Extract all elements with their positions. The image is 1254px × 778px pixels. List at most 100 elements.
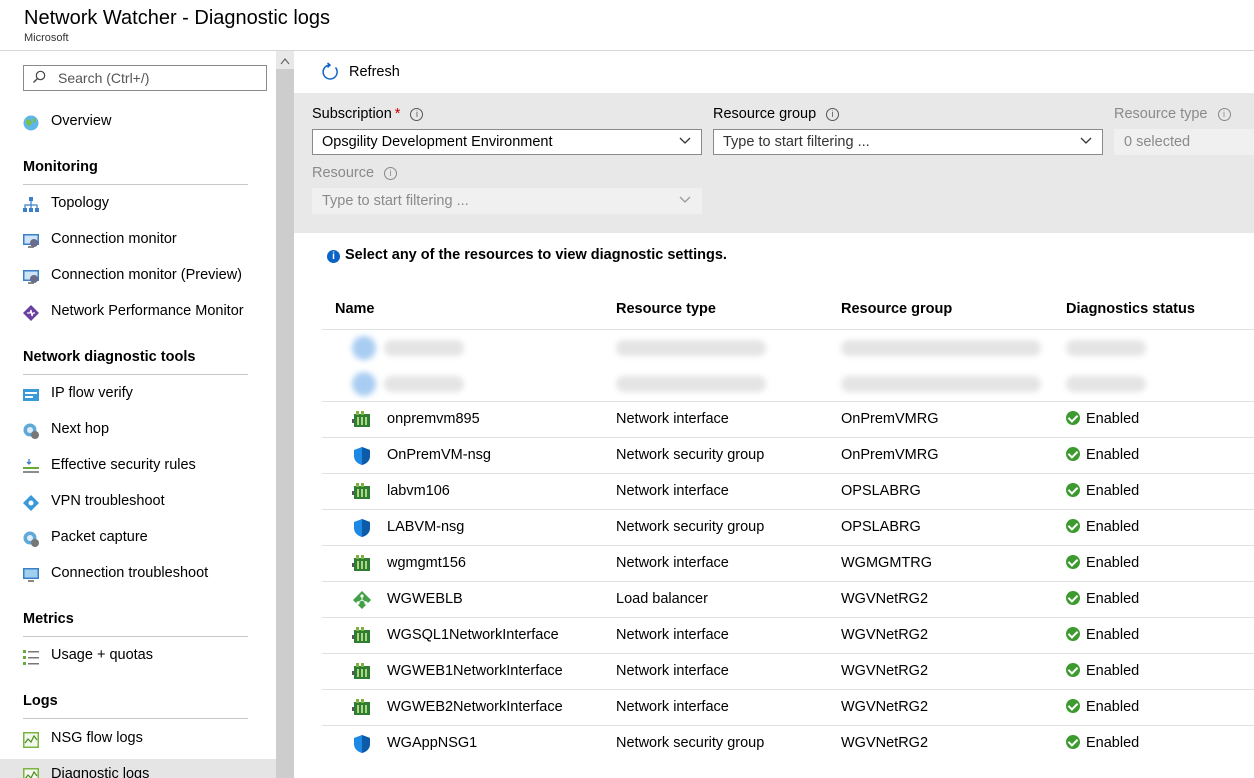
cell-resource-group: WGVNetRG2 <box>841 591 929 607</box>
table-row[interactable]: WGWEBLB Load balancer WGVNetRG2 Enabled <box>322 581 1254 617</box>
sidebar-item-vpn-troubleshoot[interactable]: VPN troubleshoot <box>0 486 276 518</box>
info-icon[interactable]: i <box>826 108 840 121</box>
sidebar-item-label: Connection troubleshoot <box>51 565 209 581</box>
table-row[interactable]: onpremvm895 Network interface OnPremVMRG En… <box>322 401 1254 437</box>
nic-icon <box>352 662 372 682</box>
cell-name[interactable]: WGSQL1NetworkInterface <box>387 627 559 643</box>
sidebar-item-nsg-flow-logs[interactable]: NSG flow logs <box>0 723 276 755</box>
column-header-resource-type[interactable]: Resource type <box>616 301 716 317</box>
refresh-icon <box>322 62 338 80</box>
sidebar-item-overview[interactable]: Overview <box>0 106 276 138</box>
cell-resource-group: OPSLABRG <box>841 519 921 535</box>
sidebar-item-label: Overview <box>51 113 112 129</box>
resource-label-text: Resource <box>312 165 375 181</box>
status-text: Enabled <box>1086 627 1140 643</box>
cell-name[interactable]: WGWEBLB <box>387 591 463 607</box>
cell-resource-type: Load balancer <box>616 591 708 607</box>
sidebar-item-topology[interactable]: Topology <box>0 188 276 220</box>
info-icon[interactable]: i <box>410 108 424 121</box>
sidebar-item-label: Effective security rules <box>51 457 196 473</box>
sidebar-item-connection-monitor-preview[interactable]: Connection monitor (Preview) <box>0 260 276 292</box>
chevron-down-icon <box>679 196 691 203</box>
sidebar-item-connection-monitor[interactable]: Connection monitor <box>0 224 276 256</box>
divider <box>23 374 248 375</box>
resource-group-dropdown[interactable]: Type to start filtering ... <box>713 129 1103 155</box>
nic-icon <box>352 482 372 502</box>
topology-icon <box>23 197 39 212</box>
status-text: Enabled <box>1086 591 1140 607</box>
table-row[interactable]: WGWEB2NetworkInterface Network interface W… <box>322 689 1254 725</box>
resource-placeholder: Type to start filtering ... <box>322 193 469 209</box>
status-text: Enabled <box>1086 483 1140 499</box>
cell-resource-group: WGMGMTRG <box>841 555 933 571</box>
section-network-diagnostic-tools: Network diagnostic tools <box>23 349 196 365</box>
sidebar-item-label: Packet capture <box>51 529 148 545</box>
info-message: i Select any of the resources to view di… <box>327 247 727 263</box>
cell-diagnostics-status: Enabled <box>1066 411 1139 427</box>
nsg-shield-icon <box>352 518 372 538</box>
cell-resource-group: WGVNetRG2 <box>841 699 929 715</box>
sidebar-scrollbar[interactable] <box>276 51 294 778</box>
sidebar-item-label: Usage + quotas <box>51 647 153 663</box>
column-header-resource-group[interactable]: Resource group <box>841 301 952 317</box>
info-icon[interactable]: i <box>384 167 398 180</box>
redacted-text <box>616 376 766 392</box>
sidebar-item-ip-flow-verify[interactable]: IP flow verify <box>0 378 276 410</box>
cell-diagnostics-status: Enabled <box>1066 663 1139 679</box>
diagnostic-logs-icon <box>23 768 39 778</box>
cell-resource-group: WGVNetRG2 <box>841 663 929 679</box>
check-circle-icon <box>1066 483 1080 497</box>
table-row[interactable]: WGAppNSG1 Network security group WGVNetRG2… <box>322 725 1254 761</box>
scroll-up-arrow-icon[interactable] <box>280 57 290 65</box>
cell-name[interactable]: WGWEB2NetworkInterface <box>387 699 563 715</box>
table-row[interactable]: wgmgmt156 Network interface WGMGMTRG Enable… <box>322 545 1254 581</box>
cell-resource-group: OnPremVMRG <box>841 411 939 427</box>
cell-resource-type: Network interface <box>616 663 729 679</box>
table-row[interactable]: WGWEB1NetworkInterface Network interface W… <box>322 653 1254 689</box>
sidebar-item-connection-troubleshoot[interactable]: Connection troubleshoot <box>0 558 276 590</box>
next-hop-icon <box>23 423 39 439</box>
refresh-label: Refresh <box>349 64 400 80</box>
redacted-text <box>384 376 464 392</box>
packet-capture-icon <box>23 531 39 547</box>
cell-name[interactable]: labvm106 <box>387 483 450 499</box>
redacted-text <box>1066 376 1146 392</box>
cell-name[interactable]: onpremvm895 <box>387 411 480 427</box>
sidebar-item-next-hop[interactable]: Next hop <box>0 414 276 446</box>
table-row-redacted <box>322 329 1254 365</box>
column-header-diagnostics-status[interactable]: Diagnostics status <box>1066 301 1195 317</box>
column-header-name[interactable]: Name <box>335 301 375 317</box>
scrollbar-thumb[interactable] <box>276 69 294 778</box>
refresh-button[interactable]: Refresh <box>320 61 400 83</box>
globe-icon <box>23 115 39 131</box>
cell-name[interactable]: WGAppNSG1 <box>387 735 477 751</box>
table-row[interactable]: labvm106 Network interface OPSLABRG Enabled <box>322 473 1254 509</box>
table-row[interactable]: LABVM-nsg Network security group OPSLABRG E… <box>322 509 1254 545</box>
command-bar: Refresh <box>294 51 1254 93</box>
sidebar-item-diagnostic-logs[interactable]: Diagnostic logs <box>0 759 276 778</box>
cell-resource-type: Network interface <box>616 555 729 571</box>
sidebar-nav: Search (Ctrl+/) « Overview Monitoring To… <box>0 51 276 778</box>
table-row[interactable]: WGSQL1NetworkInterface Network interface W… <box>322 617 1254 653</box>
main-content: Refresh Subscription * i Opsgility Develop… <box>294 51 1254 778</box>
divider <box>23 184 248 185</box>
info-message-text: Select any of the resources to view diag… <box>345 247 727 263</box>
subscription-dropdown[interactable]: Opsgility Development Environment <box>312 129 702 155</box>
cell-name[interactable]: LABVM-nsg <box>387 519 464 535</box>
sidebar-item-network-performance-monitor[interactable]: Network Performance Monitor <box>0 296 276 328</box>
cell-diagnostics-status: Enabled <box>1066 447 1139 463</box>
cell-name[interactable]: wgmgmt156 <box>387 555 466 571</box>
sidebar-item-packet-capture[interactable]: Packet capture <box>0 522 276 554</box>
table-row[interactable]: OnPremVM-nsg Network security group OnPrem… <box>322 437 1254 473</box>
status-text: Enabled <box>1086 411 1140 427</box>
sidebar-item-effective-security-rules[interactable]: Effective security rules <box>0 450 276 482</box>
cell-name[interactable]: OnPremVM-nsg <box>387 447 491 463</box>
search-input[interactable]: Search (Ctrl+/) <box>23 65 267 91</box>
check-circle-icon <box>1066 699 1080 713</box>
cell-name[interactable]: WGWEB1NetworkInterface <box>387 663 563 679</box>
cell-resource-type: Network interface <box>616 627 729 643</box>
status-text: Enabled <box>1086 447 1140 463</box>
sidebar-item-usage-quotas[interactable]: Usage + quotas <box>0 640 276 672</box>
info-icon[interactable]: i <box>1217 108 1231 121</box>
cell-diagnostics-status: Enabled <box>1066 555 1139 571</box>
